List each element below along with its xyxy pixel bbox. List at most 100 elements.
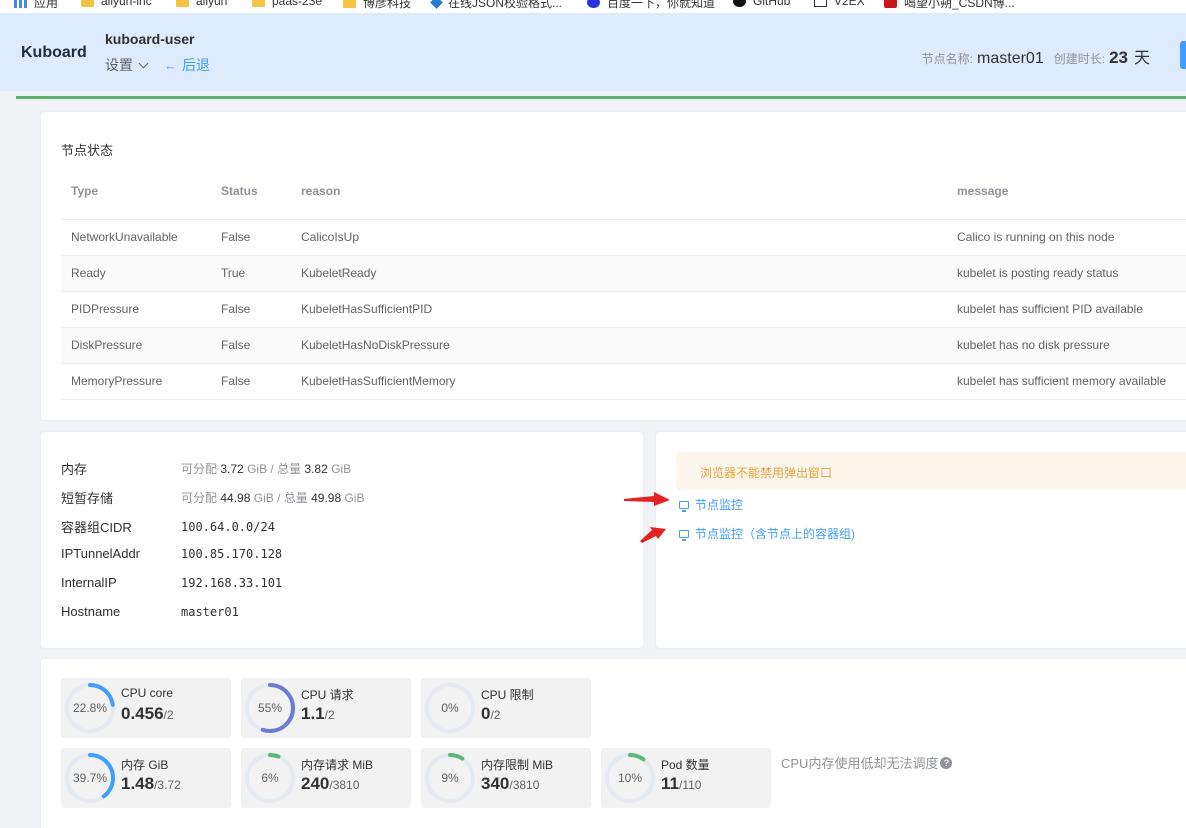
- baidu-icon: [587, 0, 600, 8]
- metric-tile: 9% 内存限制 MiB 340/3810: [421, 748, 591, 808]
- bookmark-v2ex[interactable]: V2EX: [814, 0, 865, 8]
- cell-type: DiskPressure: [61, 327, 211, 364]
- monitor-icon: [679, 529, 689, 541]
- bookmark-csdn[interactable]: 喝望小朔_CSDN博...: [884, 0, 1015, 11]
- page-header: Kuboard kuboard-user 设置 ← 后退 节点名称: maste…: [0, 13, 1186, 91]
- red-arrow-annotation: [624, 492, 670, 506]
- cell-message: kubelet has sufficient PID available: [947, 291, 1186, 328]
- bookmarks-bar: 应用 aliyun-inc aliyun paas-23e 博彦科技 在线JSO…: [0, 0, 1186, 13]
- tunnel-label: IPTunnelAddr: [61, 546, 141, 561]
- info-row-storage: 短暂存储 可分配 44.98 GiB / 总量 49.98 GiB: [61, 488, 364, 507]
- node-name-label: 节点名称:: [921, 52, 974, 66]
- bookmark-baidu[interactable]: 百度一下，你就知道: [587, 0, 715, 11]
- storage-label: 短暂存储: [61, 491, 114, 506]
- metric-value: 0/2: [481, 704, 501, 723]
- ip-value: 192.168.33.101: [181, 575, 283, 590]
- apps-icon: [14, 0, 27, 8]
- cell-reason: CalicoIsUp: [291, 219, 947, 256]
- node-monitor-with-pods-link[interactable]: 节点监控（含节点上的容器组): [679, 525, 855, 542]
- metrics-note[interactable]: CPU内存使用低却无法调度 ?: [781, 753, 953, 772]
- cell-reason: KubeletReady: [291, 255, 947, 292]
- namespace-title: kuboard-user: [105, 31, 195, 47]
- metric-value: 0.456/2: [121, 704, 174, 723]
- cidr-label: 容器组CIDR: [61, 520, 132, 535]
- cell-status: False: [211, 291, 291, 328]
- percent-text: 0%: [441, 701, 459, 715]
- bookmark-json[interactable]: 在线JSON校验格式...: [430, 0, 562, 11]
- percent-text: 6%: [261, 771, 279, 785]
- table-row: Ready True KubeletReady kubelet is posti…: [61, 255, 1186, 292]
- node-monitor-label: 节点监控: [695, 498, 744, 512]
- metric-tile: 0% CPU 限制 0/2: [421, 678, 591, 738]
- conditions-table: Type Status reason message NetworkUnavai…: [61, 164, 1186, 400]
- folder-icon: [252, 0, 265, 7]
- metric-name: Pod 数量: [661, 758, 710, 772]
- cell-status: False: [211, 327, 291, 364]
- metric-value: 240/3810: [301, 774, 360, 793]
- metric-tile: 55% CPU 请求 1.1/2: [241, 678, 411, 738]
- node-monitor-link[interactable]: 节点监控: [679, 496, 743, 513]
- divider-line: [16, 96, 1186, 99]
- memory-label: 内存: [61, 462, 88, 477]
- cell-type: Ready: [61, 255, 211, 292]
- uptime-unit: 天: [1133, 50, 1150, 67]
- percent-text: 55%: [257, 701, 283, 715]
- cell-status: False: [211, 363, 291, 400]
- v2ex-icon: [814, 0, 827, 7]
- brand-logo[interactable]: Kuboard: [21, 44, 87, 62]
- bookmark-github[interactable]: GitHub: [733, 0, 790, 8]
- metric-value: 1.48/3.72: [121, 774, 181, 793]
- cell-message: Calico is running on this node: [947, 219, 1186, 256]
- header-action-button[interactable]: [1180, 41, 1186, 69]
- node-info: 节点名称: master01 创建时长: 23 天: [922, 44, 1150, 68]
- cell-type: MemoryPressure: [61, 363, 211, 400]
- csdn-icon: [884, 0, 897, 8]
- percent-text: 10%: [617, 771, 643, 785]
- metric-tile: 10% Pod 数量 11/110: [601, 748, 771, 808]
- percent-text: 39.7%: [72, 771, 108, 785]
- table-row: NetworkUnavailable False CalicoIsUp Cali…: [61, 219, 1186, 256]
- metric-name: 内存请求 MiB: [301, 758, 374, 772]
- cell-message: kubelet is posting ready status: [947, 255, 1186, 292]
- bookmark-boyan[interactable]: 博彦科技: [343, 0, 411, 11]
- cell-reason: KubeletHasSufficientMemory: [291, 363, 947, 400]
- cell-reason: KubeletHasNoDiskPressure: [291, 327, 947, 364]
- metric-name: CPU 限制: [481, 688, 534, 702]
- metric-name: CPU 请求: [301, 688, 354, 702]
- github-icon: [733, 0, 746, 7]
- table-header-row: Type Status reason message: [61, 164, 1186, 220]
- info-row-ip: InternalIP 192.168.33.101: [61, 575, 282, 590]
- metric-name: CPU core: [121, 686, 174, 700]
- column-header-reason: reason: [291, 164, 947, 220]
- metric-value: 11/110: [661, 774, 702, 793]
- cell-message: kubelet has sufficient memory available: [947, 363, 1186, 400]
- bookmark-apps[interactable]: 应用: [14, 0, 58, 11]
- red-arrow-annotation: [640, 527, 666, 543]
- memory-value: 可分配 3.72 GiB / 总量 3.82 GiB: [181, 462, 352, 476]
- bookmark-aliyun[interactable]: aliyun: [176, 0, 227, 8]
- settings-dropdown[interactable]: 设置: [105, 55, 149, 75]
- metric-tile: 22.8% CPU core 0.456/2: [61, 678, 231, 738]
- question-icon: ?: [940, 756, 953, 769]
- monitor-icon: [679, 500, 689, 512]
- cell-status: True: [211, 255, 291, 292]
- storage-value: 可分配 44.98 GiB / 总量 49.98 GiB: [181, 491, 365, 505]
- table-row: MemoryPressure False KubeletHasSufficien…: [61, 363, 1186, 400]
- back-link[interactable]: ← 后退: [164, 55, 210, 75]
- info-row-memory: 内存 可分配 3.72 GiB / 总量 3.82 GiB: [61, 459, 351, 478]
- tunnel-value: 100.85.170.128: [181, 546, 283, 561]
- uptime-label: 创建时长:: [1053, 52, 1106, 66]
- node-status-card: 节点状态 Type Status reason message NetworkU…: [40, 111, 1186, 421]
- node-info-card: 内存 可分配 3.72 GiB / 总量 3.82 GiB 短暂存储 可分配 4…: [40, 431, 644, 649]
- cell-type: PIDPressure: [61, 291, 211, 328]
- metric-value: 340/3810: [481, 774, 540, 793]
- bookmark-aliyun-inc[interactable]: aliyun-inc: [81, 0, 152, 8]
- cell-message: kubelet has no disk pressure: [947, 327, 1186, 364]
- cidr-value: 100.64.0.0/24: [181, 519, 275, 534]
- folder-icon: [176, 0, 189, 7]
- metric-tile: 39.7% 内存 GiB 1.48/3.72: [61, 748, 231, 808]
- resource-metrics-card: 22.8% CPU core 0.456/2 55% CPU 请求 1.1/2 0% CPU …: [40, 658, 1186, 828]
- bookmark-paas[interactable]: paas-23e: [252, 0, 322, 8]
- info-row-hostname: Hostname master01: [61, 604, 239, 619]
- node-name-value: master01: [977, 50, 1044, 67]
